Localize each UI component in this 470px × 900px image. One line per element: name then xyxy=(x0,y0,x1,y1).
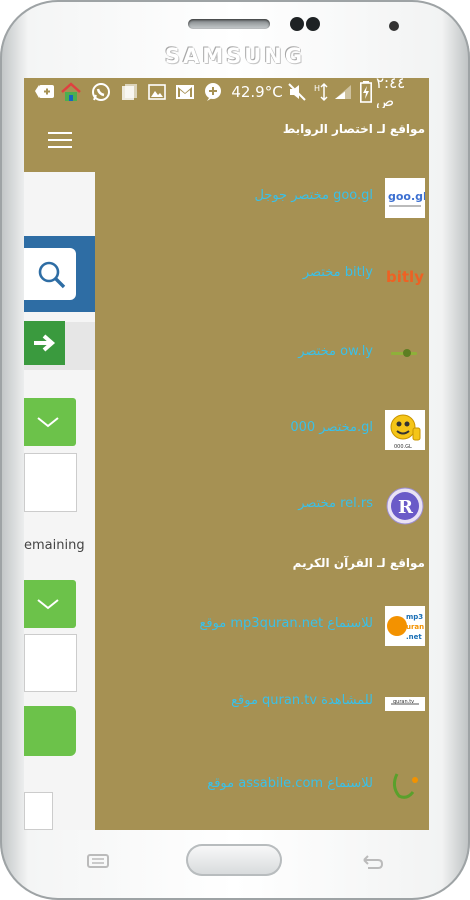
sensor-dot xyxy=(290,17,304,31)
dropdown-2[interactable] xyxy=(24,580,76,628)
chevron-down-icon xyxy=(37,417,59,428)
submit-button[interactable] xyxy=(24,706,76,756)
text-field-1[interactable] xyxy=(24,453,77,512)
whatsapp-icon xyxy=(90,82,112,102)
section-title-quran: مواقع لـ القرآن الكريم xyxy=(292,556,425,570)
links-drawer: مواقع لـ اختصار الروابط goo.gl مختصر جوج… xyxy=(95,108,429,830)
svg-text:000.GL: 000.GL xyxy=(394,444,412,450)
smiley-thumbsup-icon: 000.GL xyxy=(385,410,425,450)
bitly-logo-icon: bitly xyxy=(385,255,425,295)
dropdown-1[interactable] xyxy=(24,398,76,446)
link-item-000gl[interactable]: 000.GL مختصر 000.gl xyxy=(95,408,429,454)
qurantv-logo-icon: quran.tv xyxy=(385,683,425,723)
signal-icon xyxy=(332,82,354,102)
message-plus-icon xyxy=(202,82,224,102)
text-field-2[interactable] xyxy=(24,634,77,692)
svg-text:R: R xyxy=(398,497,414,518)
arrow-right-icon xyxy=(34,334,56,352)
screen: 42.9°C H ٢:٤٤ ص emaining مواقع لـ اختصار… xyxy=(24,78,429,830)
text-field-3[interactable] xyxy=(24,792,53,830)
link-label: مختصر rel.rs xyxy=(298,496,373,511)
link-label: موقع mp3quran.net للاستماع xyxy=(199,616,373,631)
link-label: موقع quran.tv للمشاهدة xyxy=(231,693,373,708)
svg-text:.net: .net xyxy=(406,633,422,641)
clock-text: ٢:٤٤ ص xyxy=(376,78,406,110)
back-key[interactable] xyxy=(358,852,386,872)
link-label: موقع assabile.com للاستماع xyxy=(207,776,373,791)
chevron-down-icon xyxy=(37,599,59,610)
link-label: مختصر ow.ly xyxy=(298,344,373,359)
menu-icon[interactable] xyxy=(48,132,72,150)
image-icon xyxy=(146,82,168,102)
go-button[interactable] xyxy=(24,321,65,365)
home-icon xyxy=(60,82,82,102)
link-label: مختصر جوجل goo.gl xyxy=(254,188,373,203)
status-bar: 42.9°C H ٢:٤٤ ص xyxy=(24,78,429,110)
assabile-logo-icon xyxy=(385,766,425,806)
svg-text:goo.gl: goo.gl xyxy=(388,190,425,203)
link-item-relrs[interactable]: R مختصر rel.rs xyxy=(95,484,429,530)
r-badge-icon: R xyxy=(385,486,425,526)
link-item-owly[interactable]: مختصر ow.ly xyxy=(95,332,429,378)
svg-text:uran: uran xyxy=(406,623,424,631)
search-button[interactable] xyxy=(24,248,76,300)
earpiece-speaker xyxy=(188,19,270,29)
sensor-dot xyxy=(306,17,320,31)
remaining-label: emaining xyxy=(24,538,85,553)
add-notification-icon xyxy=(34,82,56,102)
svg-text:quran.tv: quran.tv xyxy=(393,699,414,705)
owly-logo-icon xyxy=(385,334,425,374)
home-key[interactable] xyxy=(186,844,282,876)
link-item-qurantv[interactable]: quran.tv موقع quran.tv للمشاهدة xyxy=(95,681,429,727)
mute-icon xyxy=(286,82,308,102)
battery-icon xyxy=(358,81,374,103)
link-item-assabile[interactable]: موقع assabile.com للاستماع xyxy=(95,764,429,810)
svg-text:bitly: bitly xyxy=(386,268,424,286)
svg-text:mp3: mp3 xyxy=(406,613,423,621)
front-camera xyxy=(389,21,399,31)
gmail-icon xyxy=(174,82,196,102)
back-icon xyxy=(363,855,384,869)
data-transfer-icon: H xyxy=(312,82,330,102)
link-item-mp3quran[interactable]: mp3 uran .net موقع mp3quran.net للاستماع xyxy=(95,604,429,650)
link-label: مختصر 000.gl xyxy=(290,420,373,435)
svg-text:H: H xyxy=(314,84,320,93)
menu-key[interactable] xyxy=(86,852,110,870)
recent-apps-icon xyxy=(87,854,109,868)
files-icon xyxy=(118,82,140,102)
link-label: مختصر bitly xyxy=(302,265,373,280)
brand-label: SAMSUNG xyxy=(164,44,306,68)
mp3quran-logo-icon: mp3 uran .net xyxy=(385,606,425,646)
phone-frame: SAMSUNG 42.9°C H ٢:٤٤ ص emaining مواقع ل… xyxy=(0,0,470,900)
link-item-googl[interactable]: goo.gl مختصر جوجل goo.gl xyxy=(95,176,429,222)
search-icon xyxy=(38,261,66,289)
link-item-bitly[interactable]: bitly مختصر bitly xyxy=(95,253,429,299)
temperature-text: 42.9°C xyxy=(231,83,283,101)
section-title-shorteners: مواقع لـ اختصار الروابط xyxy=(282,122,425,136)
googl-logo-icon: goo.gl xyxy=(385,178,427,218)
